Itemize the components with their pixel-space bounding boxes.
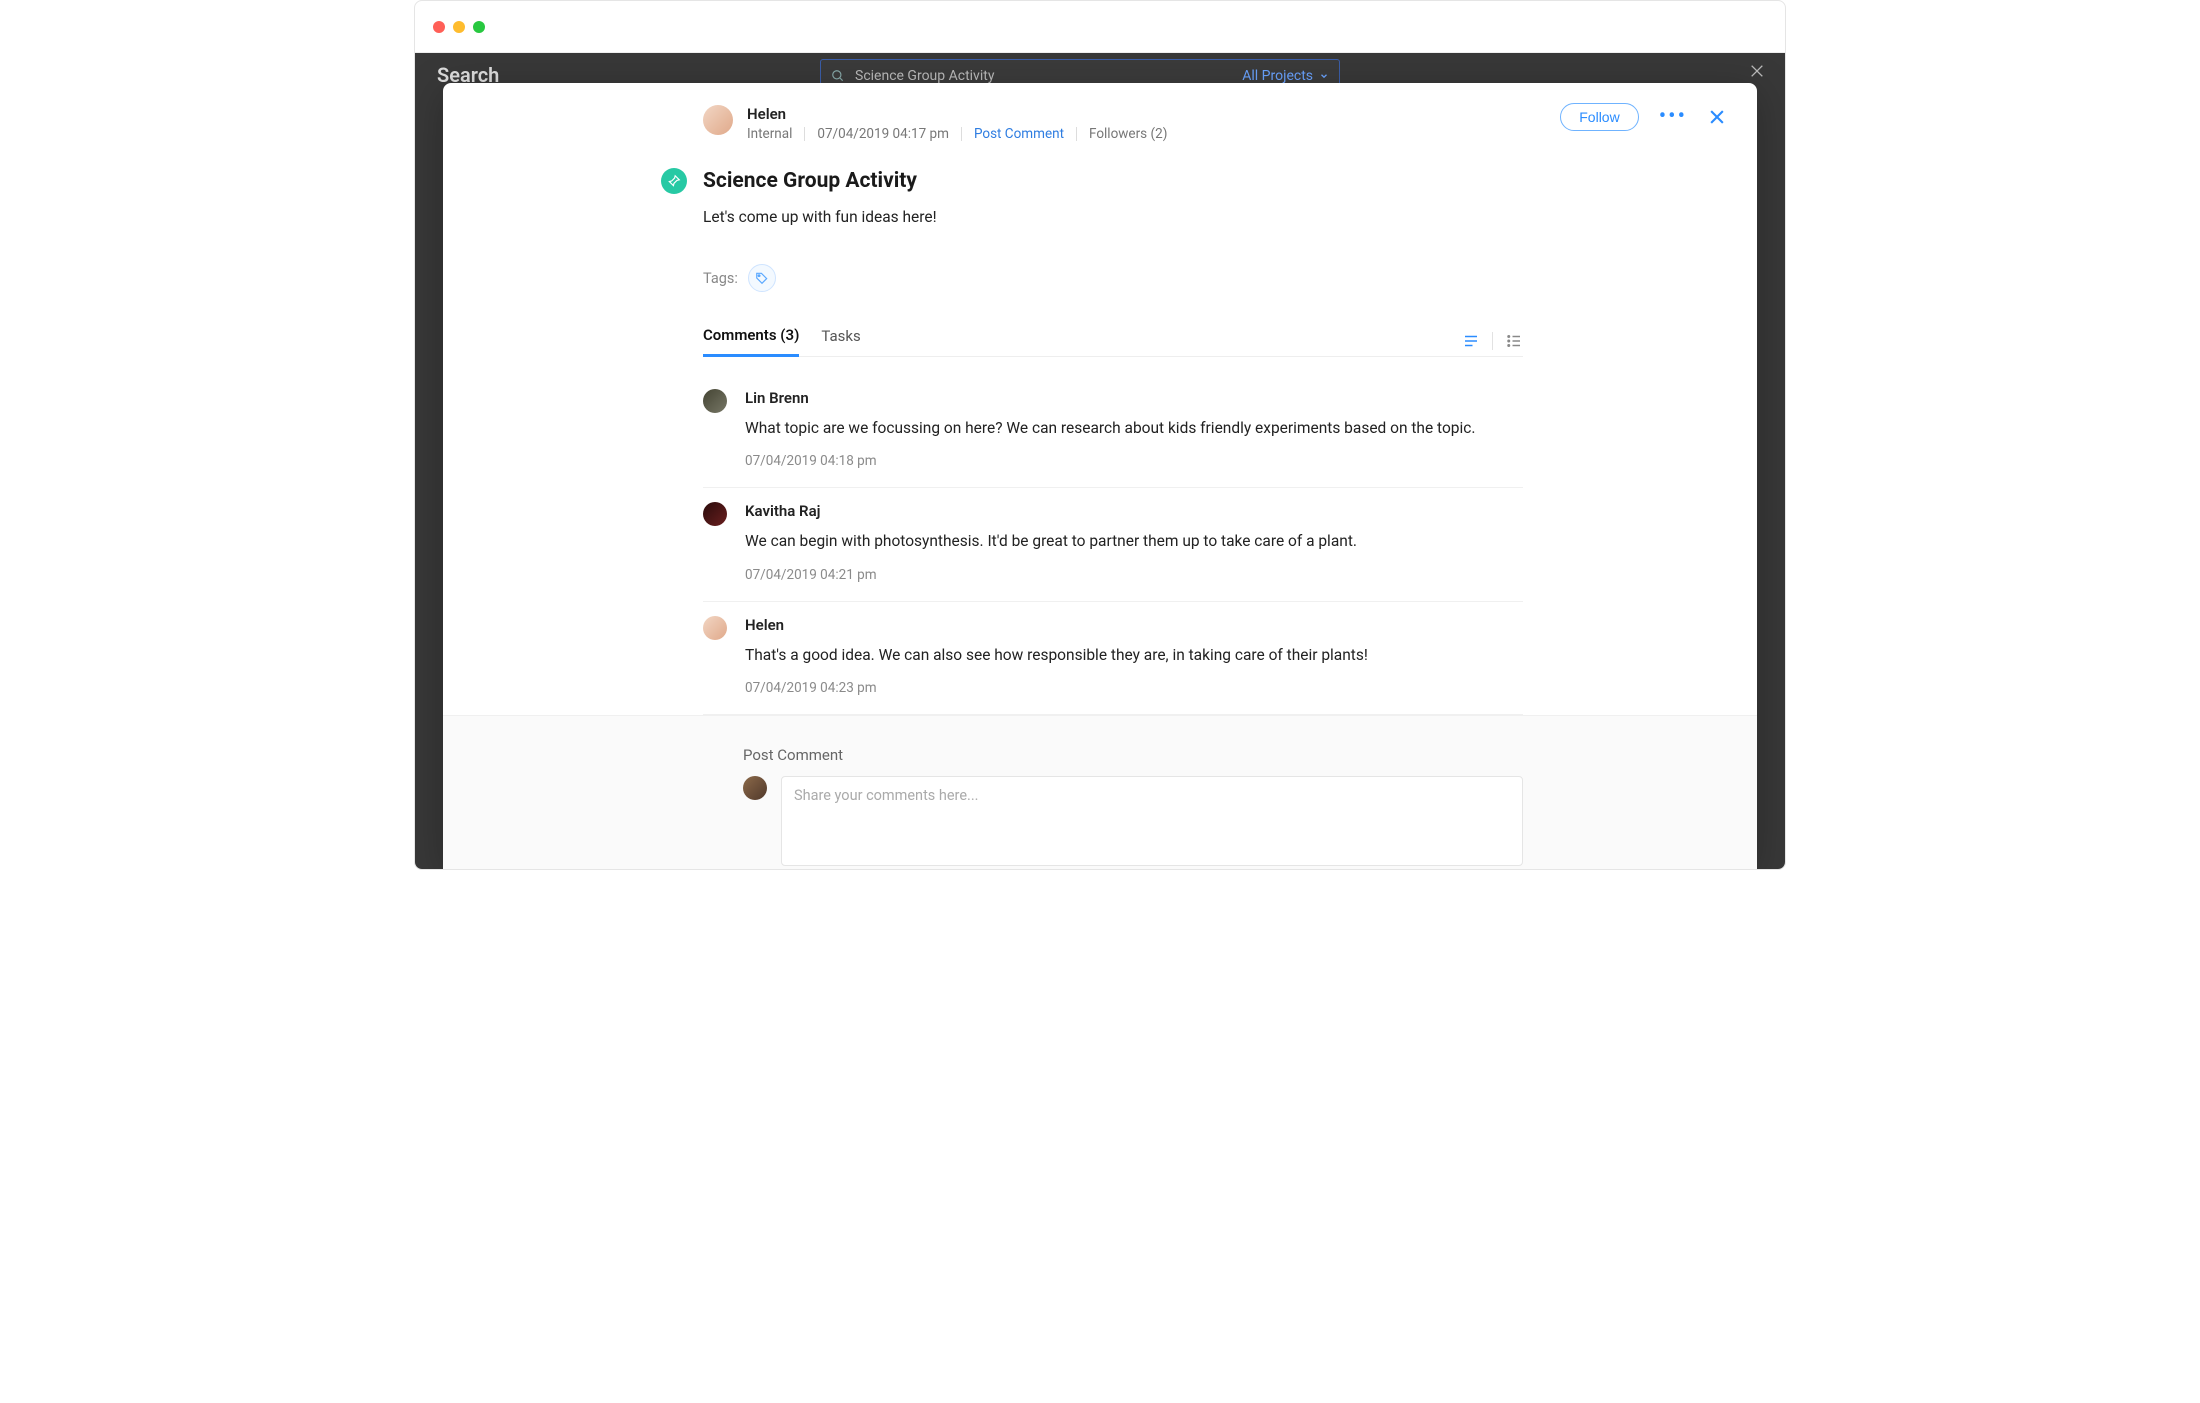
add-tag-button[interactable] [748, 264, 776, 292]
bg-close-icon [1749, 63, 1765, 79]
author-name: Helen [747, 105, 1167, 123]
me-avatar [743, 776, 767, 800]
comment-text: What topic are we focussing on here? We … [745, 417, 1523, 439]
tab-tasks[interactable]: Tasks [821, 319, 860, 355]
post-timestamp: 07/04/2019 04:17 pm [817, 126, 949, 142]
comment-avatar [703, 616, 727, 640]
window-minimize[interactable] [453, 21, 465, 33]
chevron-down-icon [1319, 71, 1329, 81]
follow-button[interactable]: Follow [1560, 103, 1638, 131]
view-list-icon[interactable] [1505, 332, 1523, 350]
bg-project-filter: All Projects [1242, 68, 1329, 84]
post-title-row: Science Group Activity [703, 168, 1523, 194]
comment-time: 07/04/2019 04:23 pm [745, 680, 1523, 696]
mac-titlebar [415, 1, 1785, 53]
compose-label: Post Comment [743, 746, 1523, 764]
post-meta: Internal 07/04/2019 04:17 pm Post Commen… [747, 126, 1167, 142]
window-close[interactable] [433, 21, 445, 33]
view-stream-icon[interactable] [1462, 332, 1480, 350]
post-dialog: Follow ••• Helen Internal [443, 83, 1757, 869]
comment-text: That's a good idea. We can also see how … [745, 644, 1523, 666]
pin-icon [661, 168, 687, 194]
tags-row: Tags: [703, 264, 1523, 292]
tags-label: Tags: [703, 270, 738, 287]
tab-comments[interactable]: Comments (3) [703, 318, 799, 357]
post-title: Science Group Activity [703, 169, 917, 193]
more-menu-icon[interactable]: ••• [1659, 112, 1687, 122]
window-zoom[interactable] [473, 21, 485, 33]
close-dialog-button[interactable] [1707, 107, 1727, 127]
compose-area: Post Comment [443, 715, 1757, 869]
post-description: Let's come up with fun ideas here! [703, 208, 1523, 226]
comment-item: Lin Brenn What topic are we focussing on… [703, 385, 1523, 488]
stage: Search Science Group Activity All Projec… [415, 53, 1785, 869]
comment-avatar [703, 502, 727, 526]
comment-author: Helen [745, 616, 1523, 634]
comment-text: We can begin with photosynthesis. It'd b… [745, 530, 1523, 552]
window-controls [433, 21, 485, 33]
comment-time: 07/04/2019 04:21 pm [745, 567, 1523, 583]
comment-author: Kavitha Raj [745, 502, 1523, 520]
comment-avatar [703, 389, 727, 413]
comment-item: Kavitha Raj We can begin with photosynth… [703, 488, 1523, 601]
post-comment-link[interactable]: Post Comment [974, 126, 1064, 142]
post-header: Helen Internal 07/04/2019 04:17 pm Post … [703, 105, 1523, 142]
comment-item: Helen That's a good idea. We can also se… [703, 602, 1523, 715]
visibility-label: Internal [747, 126, 792, 142]
comments-list: Lin Brenn What topic are we focussing on… [703, 385, 1523, 715]
followers-count[interactable]: Followers (2) [1089, 126, 1167, 142]
search-icon [831, 69, 845, 83]
tabs: Comments (3) Tasks [703, 318, 1523, 357]
comment-author: Lin Brenn [745, 389, 1523, 407]
app-window: Search Science Group Activity All Projec… [414, 0, 1786, 870]
bg-search-value: Science Group Activity [855, 68, 994, 84]
comment-time: 07/04/2019 04:18 pm [745, 453, 1523, 469]
comment-input[interactable] [781, 776, 1523, 866]
author-avatar [703, 105, 733, 135]
dialog-actions: Follow ••• [1560, 103, 1727, 131]
